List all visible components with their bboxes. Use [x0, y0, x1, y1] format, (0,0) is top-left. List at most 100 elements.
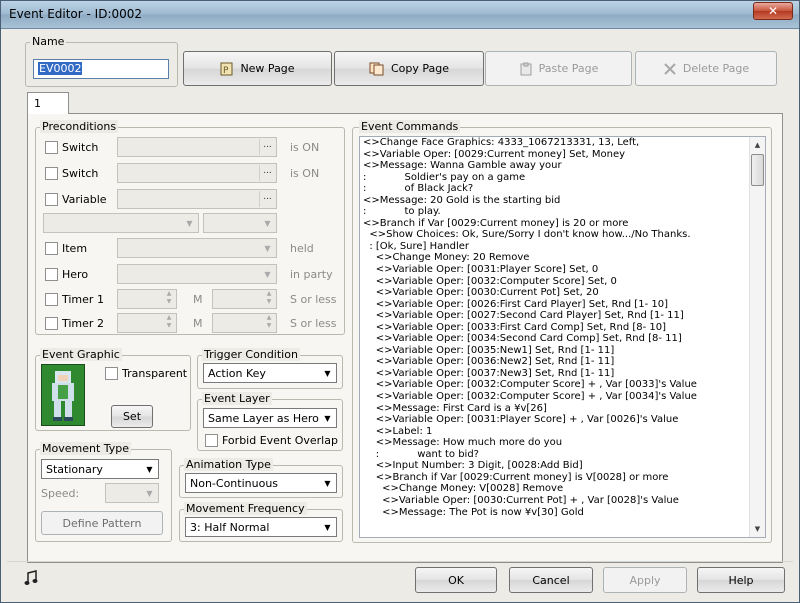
command-line[interactable]: <>Variable Oper: [0032:Computer Score] +… — [360, 379, 765, 391]
delete-page-icon — [664, 62, 676, 75]
command-line[interactable]: <>Message: How much more do you — [360, 437, 765, 449]
switch2-field[interactable]: ... — [117, 163, 277, 183]
chevron-down-icon: ▼ — [324, 522, 331, 532]
transparent-label: Transparent — [122, 367, 188, 380]
set-graphic-button[interactable]: Set — [111, 405, 153, 428]
command-line[interactable]: : to play. — [360, 206, 765, 218]
trigger-condition-select[interactable]: Action Key ▼ — [203, 363, 337, 383]
timer2-seconds-spinner[interactable]: ▲ ▼ — [262, 314, 276, 332]
new-page-button[interactable]: P New Page — [183, 51, 332, 86]
name-label: Name — [30, 35, 67, 48]
command-line[interactable]: <>Message: First Card is a ¥v[26] — [360, 403, 765, 415]
event-commands-list[interactable]: <>Change Face Graphics: 4333_1067213331,… — [359, 136, 766, 538]
variable-checkbox[interactable] — [45, 193, 58, 206]
timer1-checkbox[interactable] — [45, 293, 58, 306]
command-line[interactable]: <>Variable Oper: [0027:Second Card Playe… — [360, 310, 765, 322]
ok-button[interactable]: OK — [415, 567, 497, 593]
timer1-label: Timer 1 — [62, 293, 104, 306]
switch1-browse[interactable]: ... — [259, 139, 275, 155]
command-line[interactable]: <>Variable Oper: [0032:Computer Score] +… — [360, 391, 765, 403]
command-line[interactable]: <>Variable Oper: [0037:New3] Set, Rnd [1… — [360, 368, 765, 380]
title-bar[interactable]: Event Editor - ID:0002 ✕ — [1, 1, 799, 29]
command-line[interactable]: <>Input Number: 3 Digit, [0028:Add Bid] — [360, 460, 765, 472]
item-checkbox[interactable] — [45, 242, 58, 255]
timer2-suffix: S or less — [290, 317, 337, 330]
variable-browse[interactable]: ... — [259, 191, 275, 207]
chevron-down-icon: ▼ — [264, 269, 271, 279]
command-line[interactable]: <>Change Money: V[0028] Remove — [360, 483, 765, 495]
transparent-checkbox[interactable] — [105, 367, 118, 380]
command-line[interactable]: <>Message: Wanna Gamble away your — [360, 160, 765, 172]
hero-checkbox[interactable] — [45, 268, 58, 281]
name-input[interactable]: EV0002 — [33, 59, 169, 79]
movement-frequency-select[interactable]: 3: Half Normal ▼ — [185, 517, 337, 537]
event-layer-select[interactable]: Same Layer as Hero ▼ — [203, 408, 337, 428]
command-line[interactable]: <>Message: The Pot is now ¥v[30] Gold — [360, 507, 765, 519]
commands-scrollbar[interactable]: ▲ ▼ — [749, 137, 765, 537]
item-label: Item — [62, 242, 88, 255]
command-line[interactable]: <>Variable Oper: [0026:First Card Player… — [360, 299, 765, 311]
window-title: Event Editor - ID:0002 — [9, 7, 143, 21]
command-line[interactable]: <>Change Face Graphics: 4333_1067213331,… — [360, 137, 765, 149]
music-note-icon[interactable] — [23, 570, 39, 586]
hero-select[interactable]: ▼ — [117, 264, 277, 284]
timer1-seconds-spinner[interactable]: ▲ ▼ — [262, 290, 276, 308]
command-line[interactable]: <>Variable Oper: [0035:New1] Set, Rnd [1… — [360, 345, 765, 357]
switch1-field[interactable]: ... — [117, 137, 277, 157]
command-line[interactable]: <>Variable Oper: [0033:First Card Comp] … — [360, 322, 765, 334]
define-pattern-button[interactable]: Define Pattern — [41, 511, 163, 535]
command-line[interactable]: : of Black Jack? — [360, 183, 765, 195]
command-line[interactable]: <>Show Choices: Ok, Sure/Sorry I don't k… — [360, 229, 765, 241]
switch1-checkbox[interactable] — [45, 141, 58, 154]
command-line[interactable]: <>Variable Oper: [0030:Current Pot] Set,… — [360, 287, 765, 299]
chevron-down-icon: ▼ — [324, 413, 331, 423]
timer1-minutes-spinner[interactable]: ▲ ▼ — [162, 290, 176, 308]
help-button[interactable]: Help — [697, 567, 785, 593]
variable-value-select[interactable]: ▼ — [203, 213, 277, 233]
paste-page-button[interactable]: Paste Page — [485, 51, 632, 86]
command-line[interactable]: <>Variable Oper: [0029:Current money] Se… — [360, 149, 765, 161]
forbid-overlap-checkbox[interactable] — [205, 434, 218, 447]
switch2-checkbox[interactable] — [45, 167, 58, 180]
tab-page-1[interactable]: 1 — [27, 92, 69, 114]
scroll-up-icon[interactable]: ▲ — [750, 137, 765, 153]
command-line[interactable]: : want to bid? — [360, 449, 765, 461]
item-select[interactable]: ▼ — [117, 238, 277, 258]
copy-page-button[interactable]: Copy Page — [334, 51, 484, 86]
scrollbar-thumb[interactable] — [751, 154, 764, 186]
event-graphic-title: Event Graphic — [40, 348, 122, 361]
timer2-checkbox[interactable] — [45, 317, 58, 330]
timer2-minutes-spinner[interactable]: ▲ ▼ — [162, 314, 176, 332]
command-line[interactable]: <>Variable Oper: [0031:Player Score] + ,… — [360, 414, 765, 426]
chevron-down-icon: ▼ — [324, 478, 331, 488]
switch1-label: Switch — [62, 141, 99, 154]
command-line[interactable]: : Soldier's pay on a game — [360, 172, 765, 184]
close-button[interactable]: ✕ — [753, 2, 793, 20]
command-line[interactable]: <>Variable Oper: [0031:Player Score] Set… — [360, 264, 765, 276]
command-line[interactable]: <>Variable Oper: [0036:New2] Set, Rnd [1… — [360, 356, 765, 368]
apply-button[interactable]: Apply — [603, 567, 687, 593]
command-line[interactable]: <>Branch if Var [0029:Current money] is … — [360, 218, 765, 230]
switch2-browse[interactable]: ... — [259, 165, 275, 181]
variable-field[interactable]: ... — [117, 189, 277, 209]
command-line[interactable]: : [Ok, Sure] Handler — [360, 241, 765, 253]
speed-label: Speed: — [41, 487, 80, 500]
help-label: Help — [728, 573, 754, 587]
paste-page-icon — [520, 62, 532, 75]
command-line[interactable]: <>Message: 20 Gold is the starting bid — [360, 195, 765, 207]
chevron-down-icon: ▼ — [264, 218, 271, 228]
command-line[interactable]: <>Variable Oper: [0032:Computer Score] S… — [360, 276, 765, 288]
movement-type-select[interactable]: Stationary ▼ — [41, 459, 159, 479]
animation-type-select[interactable]: Non-Continuous ▼ — [185, 473, 337, 493]
command-line[interactable]: <>Change Money: 20 Remove — [360, 252, 765, 264]
speed-select[interactable]: ▼ — [105, 483, 159, 503]
command-line[interactable]: <>Label: 1 — [360, 426, 765, 438]
command-line[interactable]: <>Variable Oper: [0030:Current Pot] + , … — [360, 495, 765, 507]
delete-page-button[interactable]: Delete Page — [635, 51, 777, 86]
scroll-down-icon[interactable]: ▼ — [750, 521, 765, 537]
cancel-button[interactable]: Cancel — [509, 567, 593, 593]
command-line[interactable]: <>Variable Oper: [0034:Second Card Comp]… — [360, 333, 765, 345]
command-line[interactable]: <>Branch if Var [0029:Current money] is … — [360, 472, 765, 484]
variable-operator-select[interactable]: ▼ — [43, 213, 199, 233]
event-sprite-image[interactable] — [41, 364, 85, 426]
